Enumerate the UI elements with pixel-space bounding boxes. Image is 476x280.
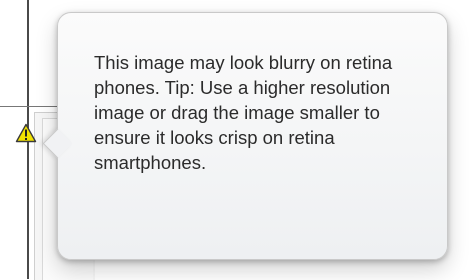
tooltip-message: This image may look blurry on retina pho…	[94, 52, 393, 173]
warning-triangle-icon[interactable]	[15, 123, 37, 143]
horizontal-guide-line	[0, 106, 60, 107]
image-resolution-tooltip: This image may look blurry on retina pho…	[42, 12, 448, 260]
warning-triangle-svg	[15, 123, 37, 143]
